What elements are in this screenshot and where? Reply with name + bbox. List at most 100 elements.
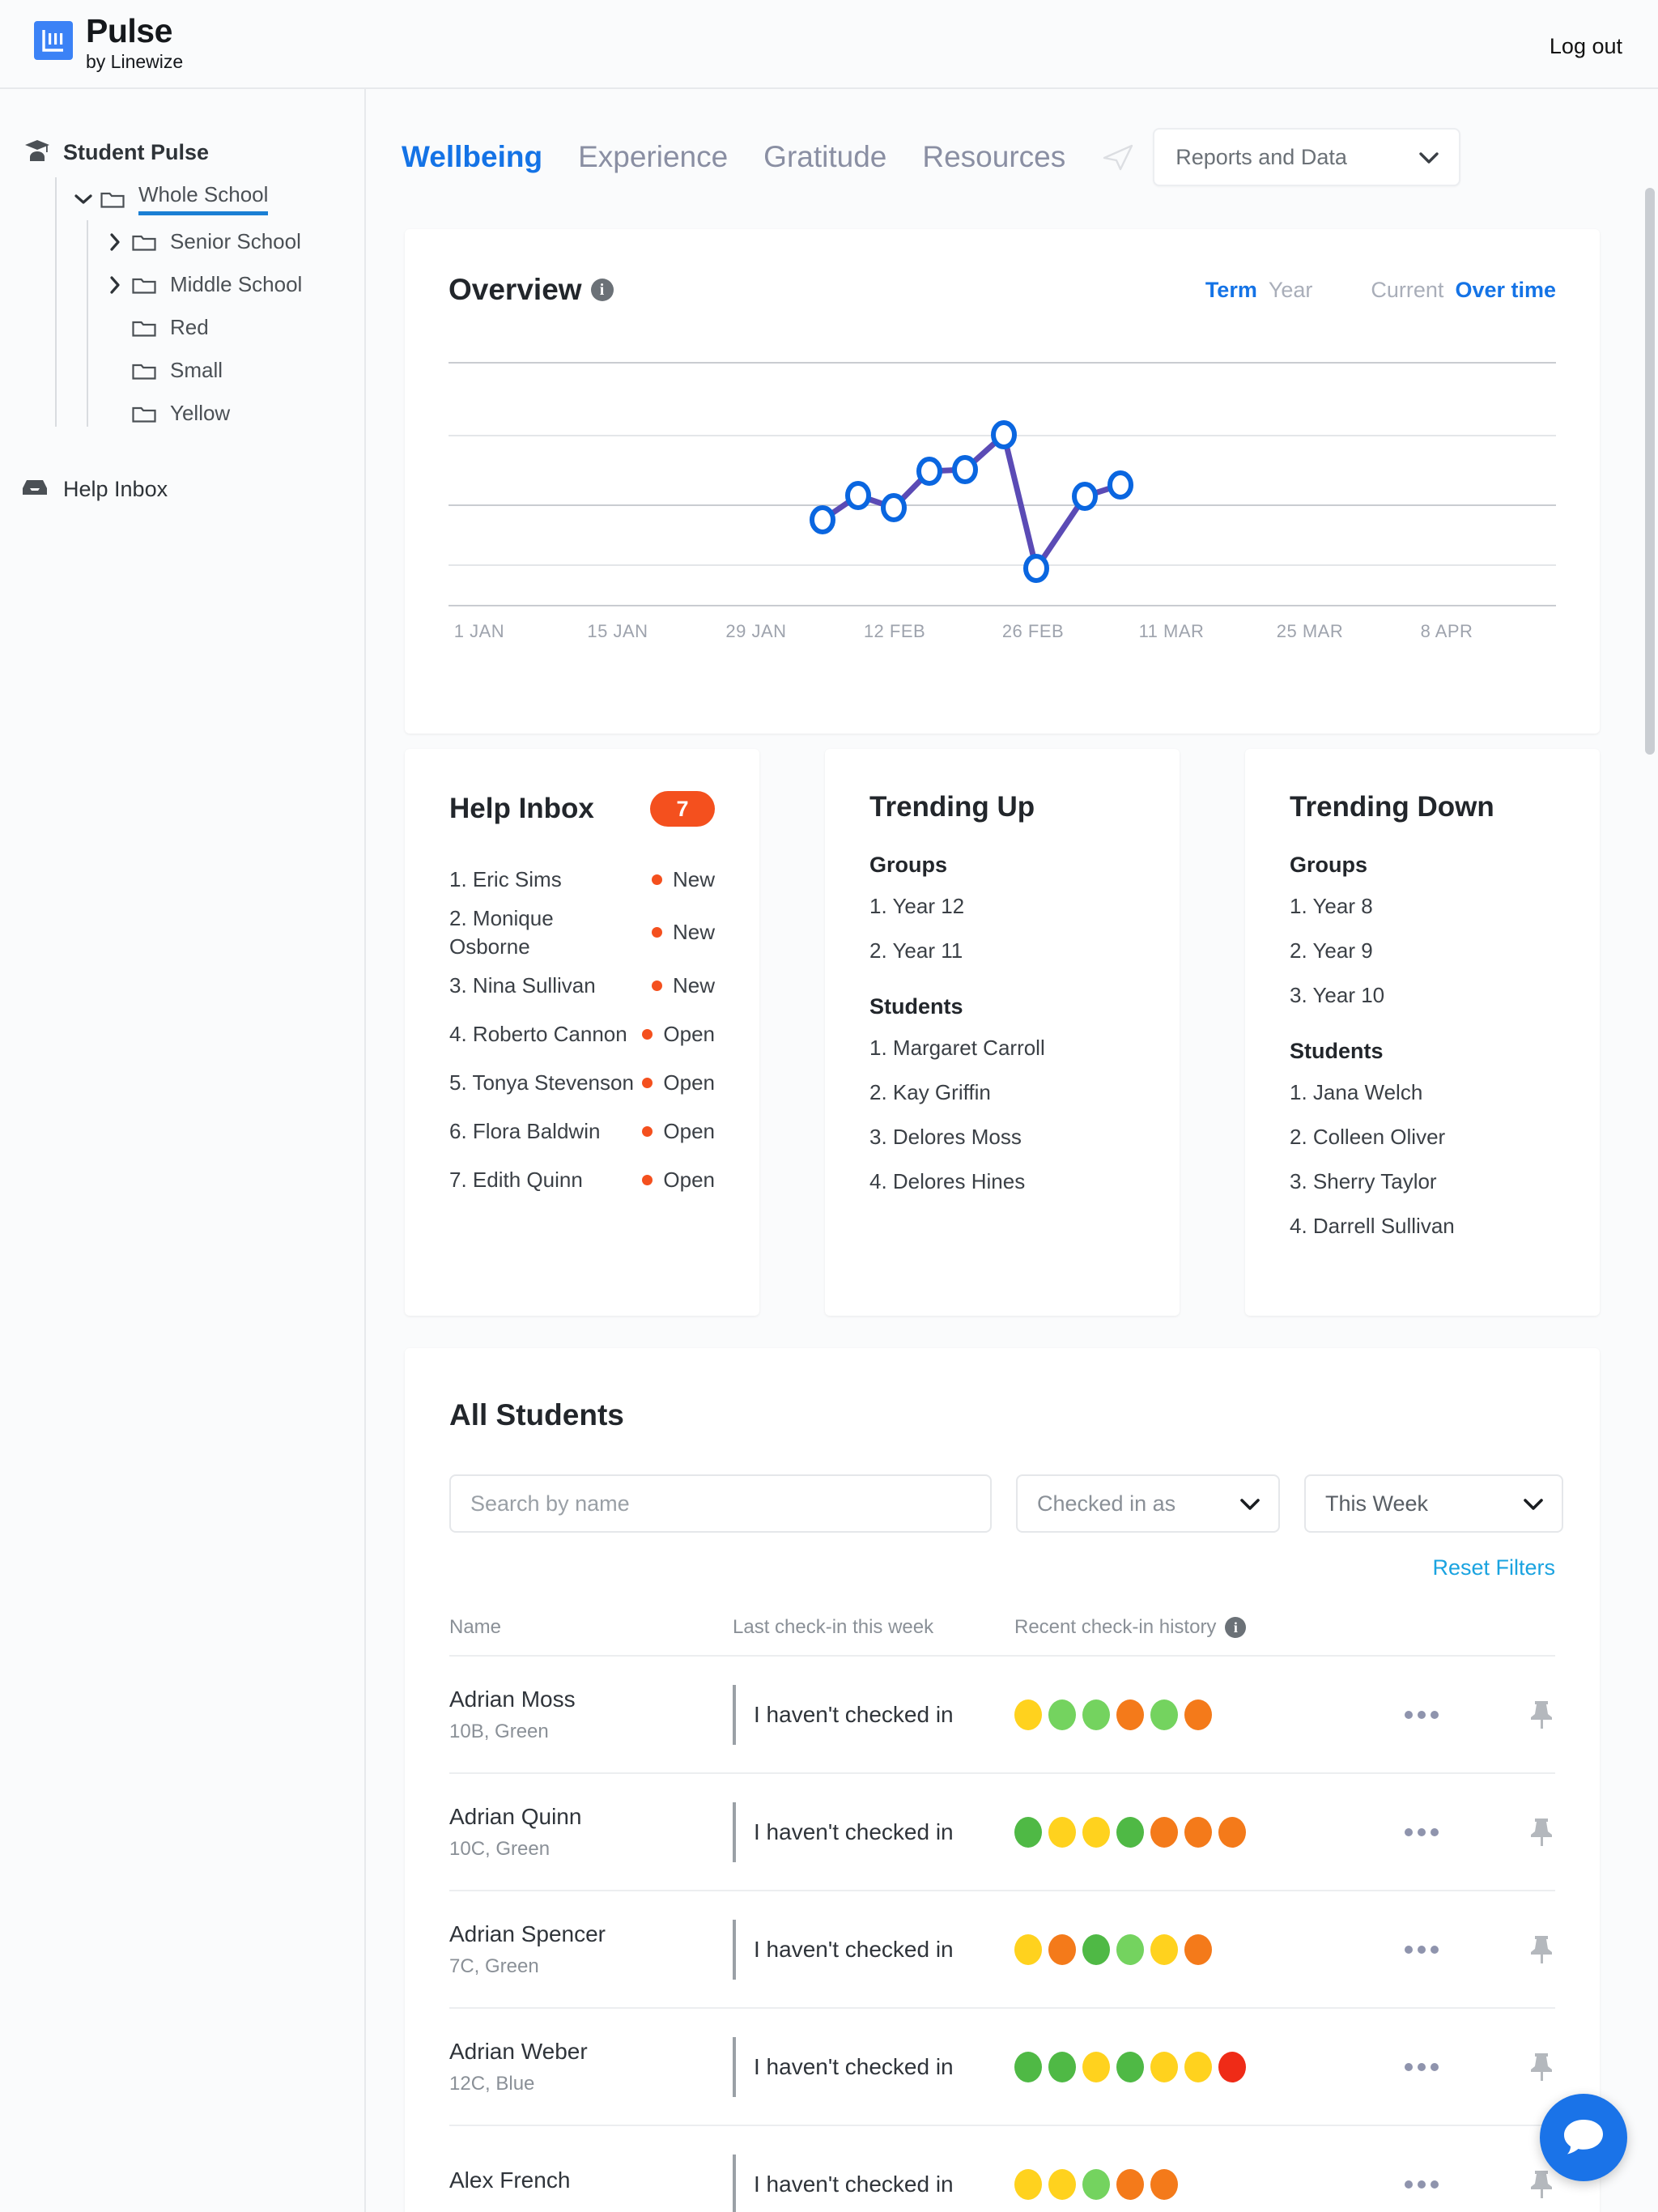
period-select[interactable]: This Week <box>1304 1474 1563 1533</box>
item-index: 4. <box>449 1021 467 1046</box>
sidebar-item-help-inbox[interactable]: Help Inbox <box>0 477 364 502</box>
ellipsis-icon[interactable] <box>1405 1945 1439 1954</box>
checkin-pill <box>1184 1816 1212 1848</box>
main-content: Wellbeing Experience Gratitude Resources… <box>366 89 1658 2212</box>
ellipsis-icon[interactable] <box>1405 1710 1439 1719</box>
folder-icon <box>132 317 158 338</box>
tab-experience[interactable]: Experience <box>578 140 728 174</box>
chat-bubble-icon[interactable] <box>1540 2094 1627 2181</box>
row-accent-bar <box>733 1684 736 1745</box>
student-name: Alex French <box>449 2167 571 2193</box>
checkin-pill <box>1150 1699 1178 1730</box>
table-row[interactable]: Adrian Spencer 7C, Green I haven't check… <box>405 1891 1600 2007</box>
sidebar-item-whole-school[interactable]: Whole School <box>55 177 364 220</box>
list-item[interactable]: 2. Year 9 <box>1290 938 1555 963</box>
list-item[interactable]: 3. Year 10 <box>1290 983 1555 1008</box>
item-name: Edith Quinn <box>472 1167 583 1192</box>
vertical-scrollbar[interactable] <box>1645 188 1655 755</box>
pulse-logo-icon <box>34 21 73 61</box>
pin-icon[interactable] <box>1528 1816 1555 1848</box>
status-badge: Open <box>663 1118 715 1143</box>
column-header-history: Recent check-in history <box>1014 1616 1217 1638</box>
checkin-pill <box>1082 2168 1110 2200</box>
list-item[interactable]: 2. Colleen Oliver <box>1290 1125 1555 1150</box>
reports-and-data-select[interactable]: Reports and Data <box>1153 128 1461 186</box>
list-item[interactable]: 4. Darrell Sullivan <box>1290 1214 1555 1239</box>
search-input[interactable] <box>449 1474 992 1533</box>
tab-resources[interactable]: Resources <box>922 140 1065 174</box>
sidebar-label-small: Small <box>170 358 223 382</box>
toggle-year[interactable]: Year <box>1269 278 1313 303</box>
checkin-pill <box>1048 1816 1076 1848</box>
pin-icon[interactable] <box>1528 2168 1555 2201</box>
info-icon[interactable]: i <box>1225 1617 1247 1638</box>
x-tick-3: 12 FEB <box>863 621 926 641</box>
ellipsis-icon[interactable] <box>1405 1827 1439 1836</box>
item-index: 1. <box>449 866 467 891</box>
tab-wellbeing[interactable]: Wellbeing <box>402 140 542 174</box>
list-item[interactable]: 3. Nina Sullivan New <box>449 962 715 1009</box>
list-item[interactable]: 4. Roberto Cannon Open <box>449 1010 715 1057</box>
reset-filters-link[interactable]: Reset Filters <box>1432 1555 1555 1580</box>
list-item[interactable]: 3. Sherry Taylor <box>1290 1169 1555 1194</box>
folder-icon <box>132 232 158 253</box>
table-row[interactable]: Adrian Moss 10B, Green I haven't checked… <box>405 1657 1600 1772</box>
toggle-term[interactable]: Term <box>1205 278 1257 303</box>
list-item[interactable]: 2. Year 11 <box>869 938 1135 963</box>
list-item[interactable]: 1. Year 8 <box>1290 894 1555 919</box>
sidebar-item-senior-school[interactable]: Senior School <box>87 220 364 263</box>
list-item[interactable]: 1. Margaret Carroll <box>869 1036 1135 1061</box>
table-row[interactable]: Alex French I haven't checked in <box>405 2126 1600 2212</box>
list-item[interactable]: 1. Year 12 <box>869 894 1135 919</box>
sidebar-item-middle-school[interactable]: Middle School <box>87 263 364 306</box>
list-item[interactable]: 1. Jana Welch <box>1290 1080 1555 1105</box>
folder-icon <box>132 274 158 296</box>
trending-down-groups-heading: Groups <box>1290 853 1368 877</box>
ellipsis-icon[interactable] <box>1405 2180 1439 2189</box>
list-item[interactable]: 1. Eric Sims New <box>449 856 715 903</box>
all-students-title: All Students <box>449 1398 624 1431</box>
paper-plane-icon[interactable] <box>1101 140 1135 174</box>
chevron-right-icon[interactable] <box>104 274 125 296</box>
list-item[interactable]: 7. Edith Quinn Open <box>449 1156 715 1203</box>
item-name: Tonya Stevenson <box>472 1070 634 1095</box>
info-icon[interactable]: i <box>590 279 614 301</box>
chevron-down-icon[interactable] <box>73 189 94 210</box>
help-inbox-card: Help Inbox 7 1. Eric Sims New 2. Monique… <box>405 749 759 1316</box>
sidebar-item-small[interactable]: Small <box>87 349 364 392</box>
list-item[interactable]: 4. Delores Hines <box>869 1169 1135 1194</box>
status-dot-icon <box>642 1125 653 1137</box>
list-item[interactable]: 2. Kay Griffin <box>869 1080 1135 1105</box>
trending-up-students-heading: Students <box>869 994 963 1019</box>
tab-gratitude[interactable]: Gratitude <box>763 140 886 174</box>
table-row[interactable]: Adrian Weber 12C, Blue I haven't checked… <box>405 2009 1600 2125</box>
sidebar-item-red[interactable]: Red <box>87 306 364 349</box>
toggle-over-time[interactable]: Over time <box>1455 278 1556 303</box>
chevron-right-icon[interactable] <box>104 232 125 253</box>
list-item[interactable]: 5. Tonya Stevenson Open <box>449 1059 715 1106</box>
pin-icon[interactable] <box>1528 2051 1555 2083</box>
list-item[interactable]: 3. Delores Moss <box>869 1125 1135 1150</box>
trending-down-title: Trending Down <box>1290 791 1494 823</box>
ellipsis-icon[interactable] <box>1405 2062 1439 2071</box>
pin-icon[interactable] <box>1528 1933 1555 1966</box>
checkin-pill <box>1048 2168 1076 2200</box>
table-header: Name Last check-in this week Recent chec… <box>405 1580 1600 1655</box>
table-row[interactable]: Adrian Quinn 10C, Green I haven't checke… <box>405 1774 1600 1890</box>
list-item[interactable]: 2. Monique Osborne New <box>449 904 715 960</box>
x-tick-6: 25 MAR <box>1276 621 1344 641</box>
sidebar-item-yellow[interactable]: Yellow <box>87 392 364 435</box>
logout-link[interactable]: Log out <box>1550 34 1622 59</box>
sidebar-item-student-pulse[interactable]: Student Pulse <box>0 139 364 166</box>
list-item[interactable]: 6. Flora Baldwin Open <box>449 1108 715 1155</box>
checkin-pill <box>1116 2051 1144 2082</box>
folder-icon <box>100 189 126 210</box>
toggle-current[interactable]: Current <box>1371 278 1443 303</box>
brand-name: Pulse <box>86 12 172 50</box>
checkin-history <box>1014 2051 1246 2082</box>
checkin-pill <box>1116 1699 1144 1730</box>
pin-icon[interactable] <box>1528 1699 1555 1731</box>
checkin-pill <box>1116 2168 1144 2200</box>
checked-in-as-select[interactable]: Checked in as <box>1016 1474 1280 1533</box>
last-checkin-text: I haven't checked in <box>754 2171 954 2197</box>
